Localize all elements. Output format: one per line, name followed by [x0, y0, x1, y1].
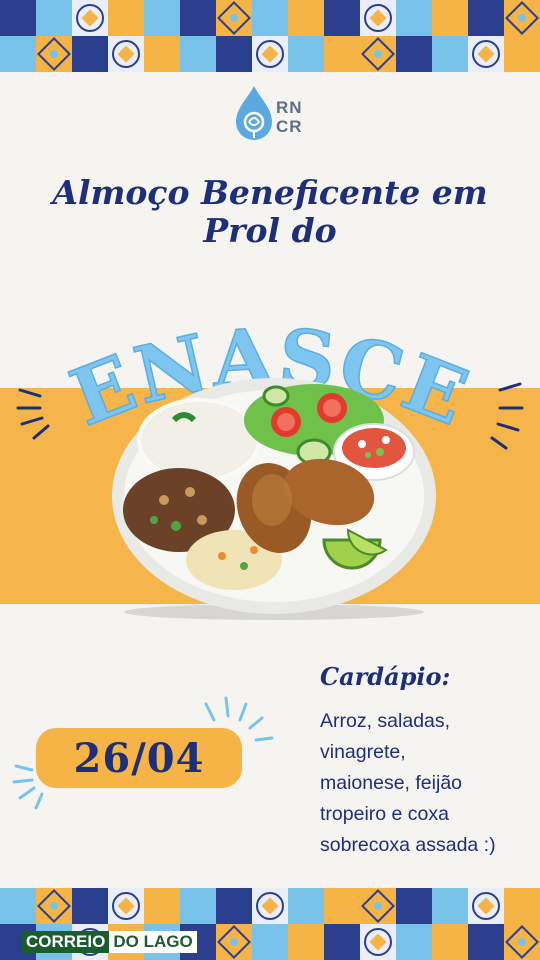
correio-do-lago-watermark: CORREIO DO LAGO	[22, 931, 197, 953]
top-tile-border	[0, 0, 540, 72]
menu-body: Arroz, saladas, vinagrete, maionese, fei…	[320, 706, 530, 861]
headline: Almoço Beneficente em Prol do	[20, 174, 520, 250]
menu-title: Cardápio:	[320, 662, 451, 691]
logo-text-line2: CR	[276, 117, 303, 136]
food-plate-image	[112, 378, 436, 620]
right-rays	[490, 382, 524, 450]
menu-line: Arroz, saladas,	[320, 710, 451, 732]
menu-line: maionese, feijão	[320, 772, 463, 794]
headline-line1: Almoço Beneficente em	[52, 173, 488, 212]
rncr-logo: RN CR	[232, 84, 316, 148]
headline-line2: Prol do	[203, 211, 337, 250]
menu-line: vinagrete,	[320, 741, 406, 763]
drop-rose-icon	[236, 86, 272, 140]
watermark-part1: CORREIO	[22, 931, 110, 953]
menu-line: sobrecoxa assada :)	[320, 834, 496, 856]
logo-text-line1: RN	[276, 98, 303, 117]
date-text: 26/04	[73, 734, 205, 782]
menu-line: tropeiro e coxa	[320, 803, 449, 825]
left-rays	[16, 388, 50, 440]
date-badge: 26/04	[36, 728, 242, 788]
watermark-part2: DO LAGO	[109, 931, 197, 953]
